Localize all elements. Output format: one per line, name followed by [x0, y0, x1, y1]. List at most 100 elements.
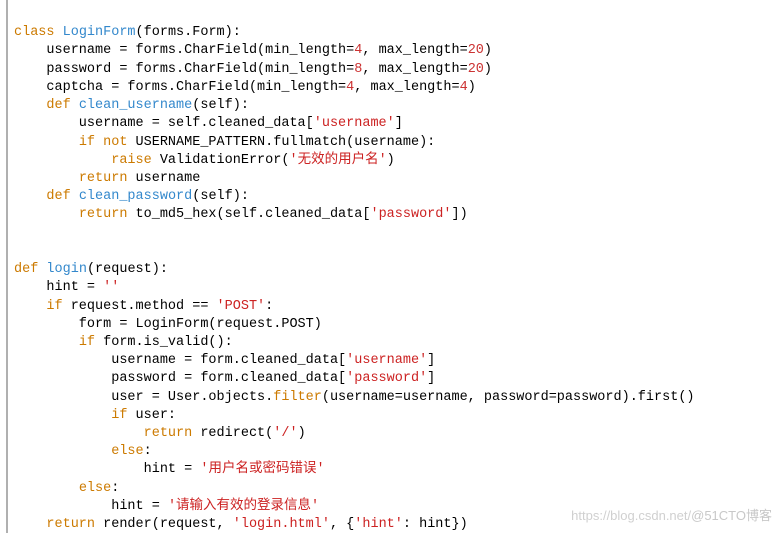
- kw-return: return: [46, 517, 95, 532]
- line-19: username = form.cleaned_data['username']: [14, 353, 435, 368]
- kw-if: if: [79, 335, 95, 350]
- line-20: password = form.cleaned_data['password']: [14, 371, 435, 386]
- code-text: ]: [395, 116, 403, 131]
- code-text: :: [111, 481, 119, 496]
- code-text: ): [468, 80, 476, 95]
- fn-name: clean_username: [79, 98, 192, 113]
- code-text: ]: [427, 371, 435, 386]
- code-text: , max_length=: [354, 80, 459, 95]
- line-6: username = self.cleaned_data['username']: [14, 116, 403, 131]
- code-text: ]: [427, 353, 435, 368]
- string: 'login.html': [233, 517, 330, 532]
- string: 'username': [346, 353, 427, 368]
- fn-name: login: [46, 262, 87, 277]
- code-text: hint =: [14, 499, 168, 514]
- kw-if: if: [46, 299, 62, 314]
- line-3: password = forms.CharField(min_length=8,…: [14, 62, 492, 77]
- code-text: ]): [451, 207, 467, 222]
- line-7: if not USERNAME_PATTERN.fullmatch(userna…: [14, 135, 435, 150]
- kw-def: def: [46, 189, 70, 204]
- line-9: return username: [14, 171, 200, 186]
- string: '': [103, 280, 119, 295]
- line-14: def login(request):: [14, 262, 168, 277]
- code-text: :: [144, 444, 152, 459]
- code-text: username = form.cleaned_data[: [14, 353, 346, 368]
- code-text: : hint}): [403, 517, 468, 532]
- code-text: to_md5_hex(self.cleaned_data[: [127, 207, 370, 222]
- line-17: form = LoginForm(request.POST): [14, 317, 322, 332]
- code-text: request.method ==: [63, 299, 217, 314]
- kw-if: if not: [79, 135, 128, 150]
- code-text: , {: [330, 517, 354, 532]
- kw-class: class: [14, 25, 55, 40]
- code-text: ValidationError(: [152, 153, 290, 168]
- line-28: return render(request, 'login.html', {'h…: [14, 517, 468, 532]
- kw-def: def: [14, 262, 38, 277]
- code-text: hint =: [14, 280, 103, 295]
- code-text: user = User.objects.: [14, 390, 273, 405]
- code-text: ): [484, 62, 492, 77]
- string: '无效的用户名': [289, 153, 386, 168]
- number: 4: [460, 80, 468, 95]
- kw-def: def: [46, 98, 70, 113]
- line-15: hint = '': [14, 280, 119, 295]
- line-25: hint = '用户名或密码错误': [14, 462, 325, 477]
- class-name: LoginForm: [63, 25, 136, 40]
- string: 'password': [346, 371, 427, 386]
- method-filter: filter: [273, 390, 322, 405]
- code-text: username = self.cleaned_data[: [14, 116, 314, 131]
- code-text: (self):: [192, 189, 249, 204]
- line-8: raise ValidationError('无效的用户名'): [14, 153, 395, 168]
- string: 'username': [314, 116, 395, 131]
- watermark-handle: @51CTO博客: [691, 508, 772, 523]
- string: '/': [273, 426, 297, 441]
- code-text: , max_length=: [362, 43, 467, 58]
- code-text: form = LoginForm(request.POST): [14, 317, 322, 332]
- string: 'hint': [354, 517, 403, 532]
- kw-if: if: [111, 408, 127, 423]
- code-text: ): [484, 43, 492, 58]
- string: '用户名或密码错误': [200, 462, 324, 477]
- line-10: def clean_password(self):: [14, 189, 249, 204]
- line-13: [14, 244, 22, 259]
- code-text: :: [265, 299, 273, 314]
- code-text: hint =: [14, 462, 200, 477]
- code-text: username: [127, 171, 200, 186]
- line-24: else:: [14, 444, 152, 459]
- gutter: [0, 0, 8, 533]
- line-4: captcha = forms.CharField(min_length= 4, …: [14, 80, 476, 95]
- line-22: if user:: [14, 408, 176, 423]
- code-text: , max_length=: [362, 62, 467, 77]
- code-text: redirect(: [192, 426, 273, 441]
- code-text: ): [298, 426, 306, 441]
- fn-name: clean_password: [79, 189, 192, 204]
- code-text: user:: [127, 408, 176, 423]
- kw-raise: raise: [111, 153, 152, 168]
- line-27: hint = '请输入有效的登录信息': [14, 499, 319, 514]
- code-text: form.is_valid():: [95, 335, 233, 350]
- number: 20: [468, 43, 484, 58]
- code-text: render(request,: [95, 517, 233, 532]
- kw-return: return: [144, 426, 193, 441]
- code-text: username = forms.CharField(min_length=: [14, 43, 354, 58]
- code-text: (self):: [192, 98, 249, 113]
- line-26: else:: [14, 481, 119, 496]
- line-16: if request.method == 'POST':: [14, 299, 273, 314]
- kw-return: return: [79, 171, 128, 186]
- line-21: user = User.objects.filter(username=user…: [14, 390, 695, 405]
- line-23: return redirect('/'): [14, 426, 306, 441]
- line-5: def clean_username(self):: [14, 98, 249, 113]
- kw-return: return: [79, 207, 128, 222]
- code-text: ): [387, 153, 395, 168]
- line-12: [14, 226, 22, 241]
- kw-else: else: [79, 481, 111, 496]
- line-1: class LoginForm(forms.Form):: [14, 25, 241, 40]
- code-text: (request):: [87, 262, 168, 277]
- line-2: username = forms.CharField(min_length=4,…: [14, 43, 492, 58]
- code-text: password = form.cleaned_data[: [14, 371, 346, 386]
- code-text: (forms.Form):: [136, 25, 241, 40]
- code-text: USERNAME_PATTERN.fullmatch(username):: [127, 135, 435, 150]
- code-text: password = forms.CharField(min_length=: [14, 62, 354, 77]
- code-text: captcha = forms.CharField(min_length=: [14, 80, 346, 95]
- line-18: if form.is_valid():: [14, 335, 233, 350]
